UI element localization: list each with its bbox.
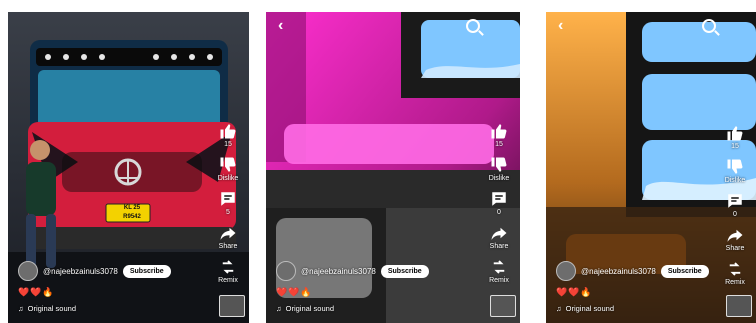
sound-thumbnail[interactable] xyxy=(490,295,516,317)
dislike-label: Dislike xyxy=(217,175,239,182)
video-meta: @najeebzainuls3078 Subscribe ❤️❤️🔥 ♫ Ori… xyxy=(556,261,716,313)
thumbs-down-icon xyxy=(489,156,509,174)
channel-handle[interactable]: @najeebzainuls3078 xyxy=(301,267,376,276)
reaction-emojis: ❤️❤️🔥 xyxy=(556,287,593,297)
thumbs-up-icon xyxy=(725,124,745,142)
top-bar: ‹ xyxy=(272,16,514,36)
share-action[interactable]: Share xyxy=(725,226,745,252)
license-plate: KL 25 R9542 xyxy=(110,204,154,222)
share-action[interactable]: Share xyxy=(218,224,238,250)
plate-line1: KL 25 xyxy=(123,205,141,211)
remix-action[interactable]: Remix xyxy=(489,258,509,284)
share-arrow-icon xyxy=(489,224,509,242)
comment-count: 0 xyxy=(733,211,737,218)
channel-avatar[interactable] xyxy=(18,261,38,281)
comment-action[interactable]: 0 xyxy=(489,190,509,216)
comment-icon xyxy=(489,190,509,208)
sound-label: Original sound xyxy=(285,304,334,313)
remix-icon xyxy=(725,260,745,278)
search-icon[interactable] xyxy=(702,19,716,33)
dislike-action[interactable]: Dislike xyxy=(724,158,746,184)
like-count: 15 xyxy=(224,141,232,148)
thumbs-down-icon xyxy=(725,158,745,176)
subscribe-button[interactable]: Subscribe xyxy=(122,264,171,278)
sound-row[interactable]: ♫ Original sound xyxy=(276,304,480,313)
comment-count: 0 xyxy=(497,209,501,216)
remix-action[interactable]: Remix xyxy=(725,260,745,286)
channel-row: @najeebzainuls3078 Subscribe xyxy=(276,261,480,281)
short-video-panel-magenta-cabin[interactable]: ‹ 15 Dislike 0 Share Remix @najeebzainul… xyxy=(266,12,520,323)
dislike-label: Dislike xyxy=(488,175,510,182)
remix-icon xyxy=(218,258,238,276)
thumbs-up-icon xyxy=(218,122,238,140)
remix-label: Remix xyxy=(725,279,745,286)
thumbs-down-icon xyxy=(218,156,238,174)
dislike-action[interactable]: Dislike xyxy=(217,156,239,182)
remix-label: Remix xyxy=(218,277,238,284)
sound-label: Original sound xyxy=(27,304,76,313)
action-rail: 15 Dislike 0 Share Remix xyxy=(482,122,516,292)
remix-label: Remix xyxy=(489,277,509,284)
channel-avatar[interactable] xyxy=(556,261,576,281)
sound-label: Original sound xyxy=(565,304,614,313)
video-meta: @najeebzainuls3078 Subscribe ❤️❤️🔥 ♫ Ori… xyxy=(18,261,209,313)
share-arrow-icon xyxy=(218,224,238,242)
plate-line2: R9542 xyxy=(123,214,141,220)
music-note-icon: ♫ xyxy=(556,304,562,313)
thumbs-up-icon xyxy=(489,122,509,140)
short-video-panel-truck-front[interactable]: KL 25 R9542 15 Dislike 5 Share Remix @na… xyxy=(8,12,249,323)
sound-thumbnail[interactable] xyxy=(726,295,752,317)
subscribe-button[interactable]: Subscribe xyxy=(660,264,709,278)
remix-action[interactable]: Remix xyxy=(218,258,238,284)
search-icon[interactable] xyxy=(466,19,480,33)
video-meta: @najeebzainuls3078 Subscribe ❤️❤️🔥 ♫ Ori… xyxy=(276,261,480,313)
share-label: Share xyxy=(218,243,238,250)
music-note-icon: ♫ xyxy=(18,304,24,313)
like-count: 15 xyxy=(495,141,503,148)
share-label: Share xyxy=(489,243,509,250)
dislike-label: Dislike xyxy=(724,177,746,184)
subscribe-button[interactable]: Subscribe xyxy=(380,264,429,278)
like-action[interactable]: 15 xyxy=(489,122,509,148)
back-arrow-icon[interactable]: ‹ xyxy=(558,18,563,34)
dislike-action[interactable]: Dislike xyxy=(488,156,510,182)
share-arrow-icon xyxy=(725,226,745,244)
sound-row[interactable]: ♫ Original sound xyxy=(556,304,716,313)
comment-action[interactable]: 0 xyxy=(725,192,745,218)
back-arrow-icon[interactable]: ‹ xyxy=(278,18,283,34)
action-rail: 15 Dislike 5 Share Remix xyxy=(211,122,245,292)
channel-handle[interactable]: @najeebzainuls3078 xyxy=(43,267,118,276)
short-video-panel-amber-ceiling[interactable]: ‹ 15 Dislike 0 Share Remix @najeebzainul… xyxy=(546,12,756,323)
channel-row: @najeebzainuls3078 Subscribe xyxy=(556,261,716,281)
sound-thumbnail[interactable] xyxy=(219,295,245,317)
like-action[interactable]: 15 xyxy=(218,122,238,148)
like-action[interactable]: 15 xyxy=(725,124,745,150)
comment-action[interactable]: 5 xyxy=(218,190,238,216)
reaction-emojis: ❤️❤️🔥 xyxy=(18,287,55,297)
music-note-icon: ♫ xyxy=(276,304,282,313)
channel-avatar[interactable] xyxy=(276,261,296,281)
share-label: Share xyxy=(725,245,745,252)
channel-handle[interactable]: @najeebzainuls3078 xyxy=(581,267,656,276)
share-action[interactable]: Share xyxy=(489,224,509,250)
action-rail: 15 Dislike 0 Share Remix xyxy=(718,124,752,294)
reaction-emojis: ❤️❤️🔥 xyxy=(276,287,313,297)
comment-icon xyxy=(725,192,745,210)
remix-icon xyxy=(489,258,509,276)
comment-icon xyxy=(218,190,238,208)
channel-row: @najeebzainuls3078 Subscribe xyxy=(18,261,209,281)
sound-row[interactable]: ♫ Original sound xyxy=(18,304,209,313)
top-bar: ‹ xyxy=(552,16,750,36)
like-count: 15 xyxy=(731,143,739,150)
comment-count: 5 xyxy=(226,209,230,216)
